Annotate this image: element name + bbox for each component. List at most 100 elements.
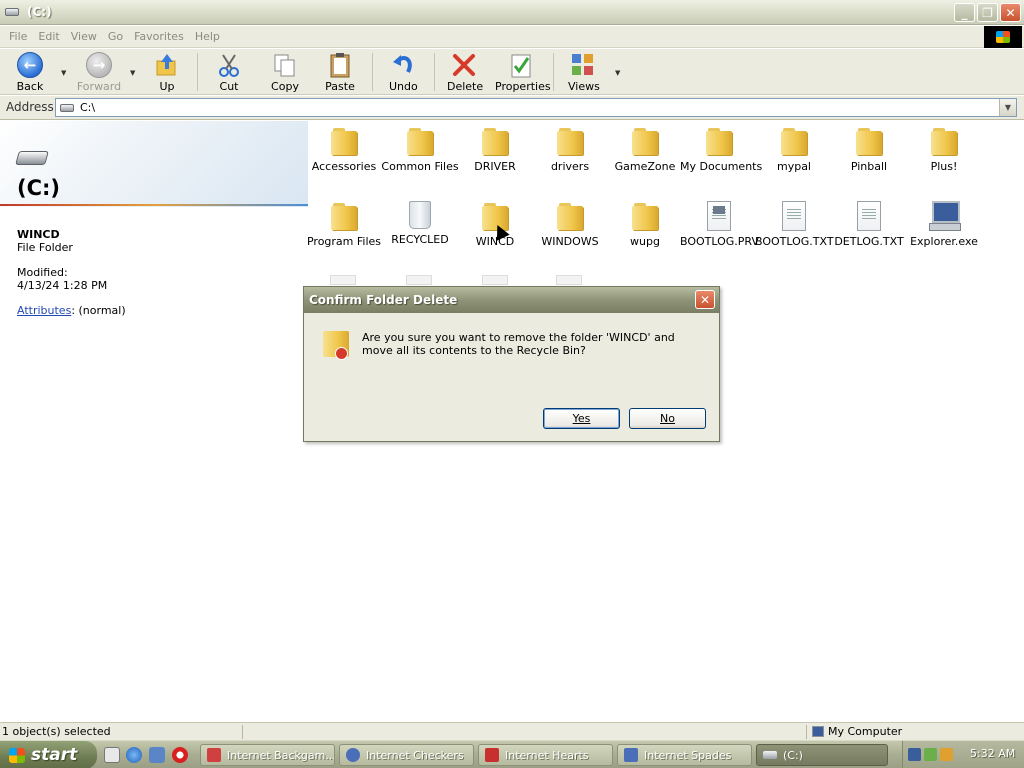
selected-type: File Folder (17, 241, 73, 254)
drive-icon (60, 103, 74, 112)
file-item-plus[interactable]: Plus! (905, 126, 983, 173)
menu-edit[interactable]: Edit (38, 30, 59, 43)
address-label: Address (6, 100, 54, 114)
dialog-title: Confirm Folder Delete (309, 293, 458, 307)
menu-file[interactable]: File (9, 30, 27, 43)
file-item-drivers[interactable]: drivers (531, 126, 609, 173)
status-zone: My Computer (828, 725, 903, 738)
windows-flag-icon (9, 747, 25, 763)
file-item-bootlog-txt[interactable]: BOOTLOG.TXT (755, 201, 834, 248)
text-file-icon (857, 201, 881, 231)
tray-app-icon[interactable] (924, 748, 937, 761)
copy-button[interactable]: Copy (271, 52, 299, 93)
task-internet-spades[interactable]: Internet Spades (617, 744, 752, 766)
forward-dropdown-icon[interactable]: ▼ (130, 69, 135, 77)
file-item-my-documents[interactable]: My Documents (680, 126, 762, 173)
spades-icon (624, 748, 638, 762)
computer-icon (929, 201, 961, 231)
maximize-button[interactable]: ❐ (977, 3, 998, 22)
delete-x-icon (451, 52, 477, 78)
views-icon (570, 52, 596, 78)
undo-arrow-icon (390, 52, 416, 78)
properties-icon (508, 52, 534, 78)
forward-button[interactable]: → Forward (76, 52, 122, 93)
file-item-wupg[interactable]: wupg (606, 201, 684, 248)
no-button[interactable]: No (629, 408, 706, 429)
folder-icon (407, 126, 433, 156)
delete-button[interactable]: Delete (447, 52, 483, 93)
file-item-accessories[interactable]: Accessories (305, 126, 383, 173)
my-computer-icon (812, 726, 824, 737)
network-icon[interactable] (908, 748, 921, 761)
windows-logo (984, 26, 1022, 48)
minimize-button[interactable]: _ (954, 3, 975, 22)
status-selection: 1 object(s) selected (2, 725, 111, 738)
menu-go[interactable]: Go (108, 30, 123, 43)
yes-button[interactable]: Yes (543, 408, 620, 429)
file-item-bootlog-prv[interactable]: BOOTLOG.PRV (680, 201, 759, 248)
task-internet-backgammon[interactable]: Internet Backgam... (200, 744, 335, 766)
file-item-explorer-exe[interactable]: Explorer.exe (905, 201, 983, 248)
dialog-title-bar[interactable]: Confirm Folder Delete (304, 287, 719, 313)
folder-icon (856, 126, 882, 156)
copy-icon (272, 52, 298, 78)
clipboard-icon (327, 52, 353, 78)
address-dropdown-icon[interactable]: ▼ (999, 99, 1016, 116)
dialog-close-button[interactable]: ✕ (695, 290, 715, 309)
modified-label: Modified: (17, 266, 68, 279)
file-item-gamezone[interactable]: GameZone (606, 126, 684, 173)
views-dropdown-icon[interactable]: ▼ (615, 69, 620, 77)
paste-button[interactable]: Paste (325, 52, 355, 93)
attributes-value: : (normal) (71, 304, 126, 317)
undo-button[interactable]: Undo (389, 52, 418, 93)
details-title: (C:) (17, 176, 61, 200)
task-internet-hearts[interactable]: Internet Hearts (478, 744, 613, 766)
delete-folder-icon (323, 329, 351, 361)
folder-icon (331, 201, 357, 231)
back-button[interactable]: ← Back (14, 52, 46, 93)
file-item-pinball[interactable]: Pinball (830, 126, 908, 173)
task-internet-checkers[interactable]: Internet Checkers (339, 744, 474, 766)
file-item-driver[interactable]: DRIVER (456, 126, 534, 173)
menu-favorites[interactable]: Favorites (134, 30, 184, 43)
menu-help[interactable]: Help (195, 30, 220, 43)
file-item-windows[interactable]: WINDOWS (531, 201, 609, 248)
views-button[interactable]: Views (568, 52, 600, 93)
modified-value: 4/13/24 1:28 PM (17, 279, 108, 292)
start-button[interactable]: start (0, 741, 97, 768)
hearts-icon (485, 748, 499, 762)
confirm-delete-dialog: Confirm Folder Delete ✕ Are you sure you… (303, 286, 720, 442)
file-item-wincd[interactable]: WINCD (456, 201, 534, 248)
folder-icon (632, 201, 658, 231)
folder-icon (632, 126, 658, 156)
hard-drive-icon (15, 151, 49, 165)
file-item-mypal[interactable]: mypal (755, 126, 833, 173)
task-c-drive[interactable]: (C:) (756, 744, 888, 766)
internet-explorer-icon[interactable] (126, 747, 142, 763)
menu-view[interactable]: View (71, 30, 97, 43)
address-input[interactable]: C:\ ▼ (55, 98, 1017, 117)
clock[interactable]: 5:32 AM (970, 747, 1015, 760)
windows-explorer-icon[interactable] (149, 747, 165, 763)
file-item-recycled[interactable]: RECYCLED (381, 201, 459, 246)
properties-button[interactable]: Properties (495, 52, 551, 93)
back-dropdown-icon[interactable]: ▼ (61, 69, 66, 77)
details-header: (C:) (0, 121, 308, 207)
folder-icon (482, 126, 508, 156)
opera-icon[interactable] (172, 747, 188, 763)
close-button[interactable]: ✕ (1000, 3, 1021, 22)
tray-app-icon-2[interactable] (940, 748, 953, 761)
address-value: C:\ (80, 101, 96, 114)
file-item-program-files[interactable]: Program Files (305, 201, 383, 248)
menu-bar: File Edit View Go Favorites Help (0, 26, 1024, 48)
cut-button[interactable]: Cut (216, 52, 242, 93)
title-bar[interactable]: (C:) _ ❐ ✕ (0, 0, 1024, 25)
up-button[interactable]: Up (154, 52, 180, 93)
file-item-common-files[interactable]: Common Files (381, 126, 459, 173)
file-item-detlog-txt[interactable]: DETLOG.TXT (830, 201, 908, 248)
show-desktop-icon[interactable] (104, 747, 120, 763)
system-tray: 5:32 AM (902, 741, 1024, 768)
folder-icon (331, 126, 357, 156)
attributes-link[interactable]: Attributes (17, 304, 71, 317)
folder-icon (557, 126, 583, 156)
